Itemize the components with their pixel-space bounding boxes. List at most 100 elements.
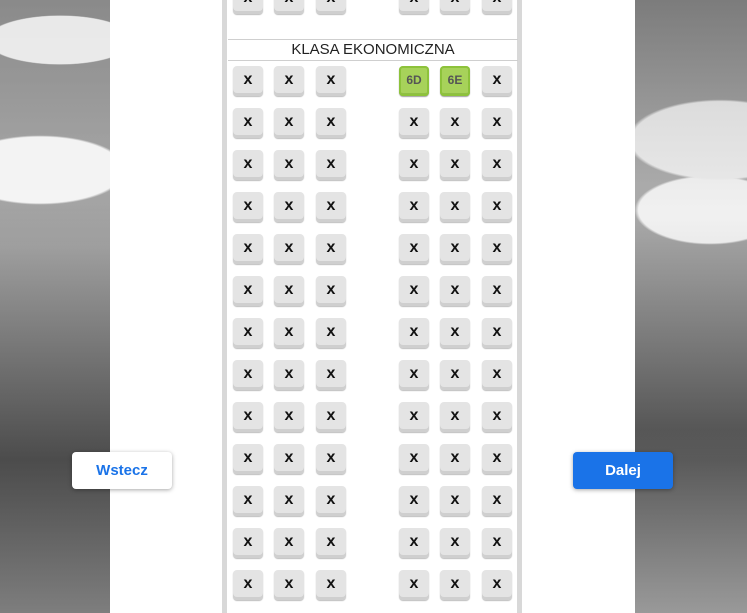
seat-occupied[interactable]: x — [233, 276, 263, 306]
seat-occupied[interactable]: x — [233, 444, 263, 474]
next-button[interactable]: Dalej — [573, 452, 673, 489]
seat-occupied[interactable]: x — [440, 444, 470, 474]
seat-occupied[interactable]: x — [399, 402, 429, 432]
seat-occupied[interactable]: x — [399, 444, 429, 474]
seat-occupied[interactable]: x — [482, 444, 512, 474]
seat-occupied[interactable]: x — [482, 528, 512, 558]
seat-row: xxxxxx — [0, 150, 747, 182]
seat-occupied[interactable]: x — [233, 234, 263, 264]
seat-row: xxxxxx — [0, 108, 747, 140]
seat-occupied[interactable]: x — [399, 360, 429, 390]
seat-occupied[interactable]: x — [440, 150, 470, 180]
seat-row: xxxxxx — [0, 486, 747, 518]
seat-occupied[interactable]: x — [440, 360, 470, 390]
seat-occupied[interactable]: x — [274, 66, 304, 96]
seat-available[interactable]: 6E — [440, 66, 470, 96]
seat-occupied[interactable]: x — [440, 570, 470, 600]
seat-occupied[interactable]: x — [482, 192, 512, 222]
seat-row: xxxxxx — [0, 192, 747, 224]
seat-occupied[interactable]: x — [440, 108, 470, 138]
seat-occupied[interactable]: x — [440, 234, 470, 264]
seat-occupied[interactable]: x — [274, 0, 304, 14]
seat-occupied[interactable]: x — [274, 234, 304, 264]
seat-occupied[interactable]: x — [316, 528, 346, 558]
seat-occupied[interactable]: x — [274, 486, 304, 516]
seat-row: xxxxxx — [0, 318, 747, 350]
seat-occupied[interactable]: x — [274, 108, 304, 138]
seat-occupied[interactable]: x — [440, 486, 470, 516]
seat-occupied[interactable]: x — [482, 234, 512, 264]
seat-occupied[interactable]: x — [316, 444, 346, 474]
seat-occupied[interactable]: x — [440, 276, 470, 306]
seat-occupied[interactable]: x — [233, 150, 263, 180]
seat-occupied[interactable]: x — [316, 360, 346, 390]
seat-occupied[interactable]: x — [316, 276, 346, 306]
seat-occupied[interactable]: x — [482, 150, 512, 180]
seat-occupied[interactable]: x — [399, 150, 429, 180]
seat-occupied[interactable]: x — [482, 276, 512, 306]
seat-occupied[interactable]: x — [399, 234, 429, 264]
seat-occupied[interactable]: x — [316, 234, 346, 264]
seat-occupied[interactable]: x — [233, 360, 263, 390]
back-button[interactable]: Wstecz — [72, 452, 172, 489]
seat-occupied[interactable]: x — [274, 402, 304, 432]
seat-occupied[interactable]: x — [399, 192, 429, 222]
seat-occupied[interactable]: x — [440, 192, 470, 222]
seat-occupied[interactable]: x — [399, 486, 429, 516]
seat-occupied[interactable]: x — [274, 276, 304, 306]
seat-occupied[interactable]: x — [482, 570, 512, 600]
seat-occupied[interactable]: x — [233, 66, 263, 96]
seat-occupied[interactable]: x — [482, 486, 512, 516]
seat-occupied[interactable]: x — [274, 528, 304, 558]
seat-occupied[interactable]: x — [274, 360, 304, 390]
seat-occupied[interactable]: x — [399, 276, 429, 306]
seat-occupied[interactable]: x — [399, 108, 429, 138]
seat-occupied[interactable]: x — [482, 402, 512, 432]
seat-occupied[interactable]: x — [482, 0, 512, 14]
seat-occupied[interactable]: x — [233, 318, 263, 348]
seat-occupied[interactable]: x — [316, 402, 346, 432]
seat-occupied[interactable]: x — [482, 66, 512, 96]
seat-row: xxxxxx — [0, 528, 747, 560]
seat-occupied[interactable]: x — [316, 486, 346, 516]
seat-occupied[interactable]: x — [440, 528, 470, 558]
seat-occupied[interactable]: x — [316, 108, 346, 138]
seat-occupied[interactable]: x — [233, 570, 263, 600]
seat-occupied[interactable]: x — [399, 570, 429, 600]
seat-occupied[interactable]: x — [274, 192, 304, 222]
cabin-class-label: KLASA EKONOMICZNA — [228, 39, 518, 61]
seat-row: xxxxxx — [0, 402, 747, 434]
seat-occupied[interactable]: x — [274, 570, 304, 600]
seat-occupied[interactable]: x — [440, 318, 470, 348]
seat-occupied[interactable]: x — [233, 108, 263, 138]
seat-occupied[interactable]: x — [316, 66, 346, 96]
seat-occupied[interactable]: x — [233, 486, 263, 516]
seat-occupied[interactable]: x — [316, 192, 346, 222]
seat-occupied[interactable]: x — [274, 444, 304, 474]
seat-occupied[interactable]: x — [482, 360, 512, 390]
seat-occupied[interactable]: x — [399, 528, 429, 558]
seat-row: xxxxxx — [0, 360, 747, 392]
seat-available[interactable]: 6D — [399, 66, 429, 96]
seat-row: xxxxxx — [0, 570, 747, 602]
seat-occupied[interactable]: x — [399, 318, 429, 348]
seat-occupied[interactable]: x — [233, 528, 263, 558]
seat-occupied[interactable]: x — [274, 150, 304, 180]
seat-occupied[interactable]: x — [316, 0, 346, 14]
seat-occupied[interactable]: x — [316, 150, 346, 180]
seat-occupied[interactable]: x — [482, 318, 512, 348]
seat-row: xxxxxx — [0, 276, 747, 308]
seat-occupied[interactable]: x — [316, 570, 346, 600]
seat-occupied[interactable]: x — [440, 0, 470, 14]
seat-occupied[interactable]: x — [440, 402, 470, 432]
seat-occupied[interactable]: x — [399, 0, 429, 14]
seat-occupied[interactable]: x — [316, 318, 346, 348]
seat-row: xxxxxx — [0, 234, 747, 266]
seat-occupied[interactable]: x — [274, 318, 304, 348]
seat-occupied[interactable]: x — [233, 0, 263, 14]
seat-occupied[interactable]: x — [482, 108, 512, 138]
seat-occupied[interactable]: x — [233, 402, 263, 432]
seat-occupied[interactable]: x — [233, 192, 263, 222]
seat-row: x x x 6D 6E x — [0, 66, 747, 98]
seat-row: xxxxxx — [0, 0, 747, 16]
